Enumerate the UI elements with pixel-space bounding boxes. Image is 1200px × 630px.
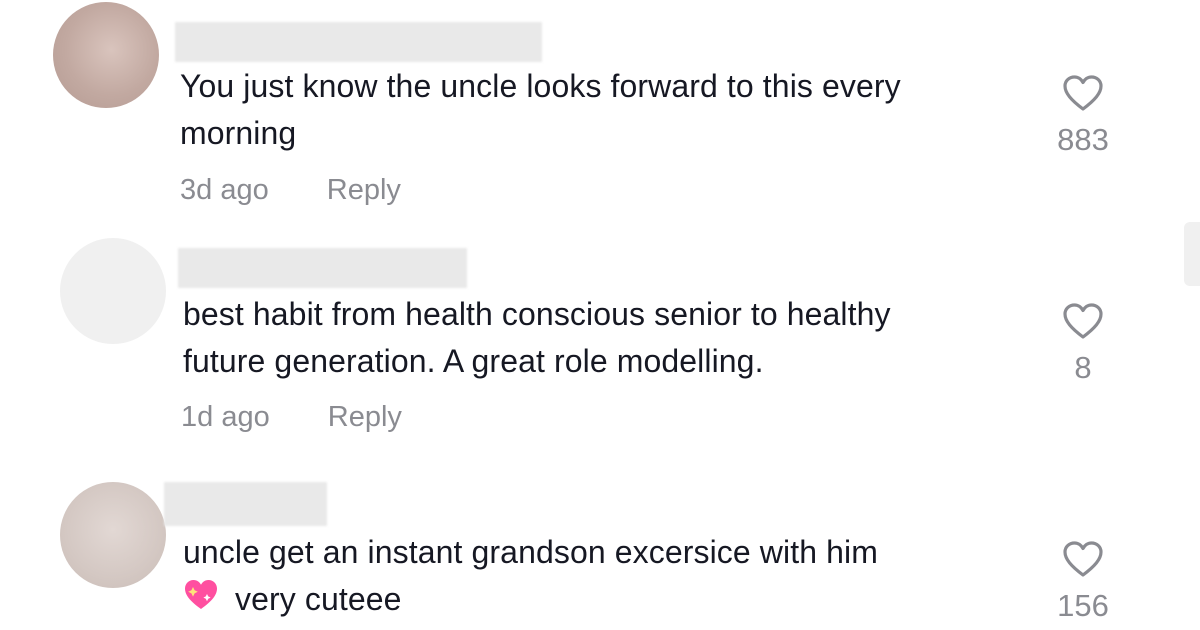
comment-text-line: very cuteee [235, 581, 402, 617]
heart-icon[interactable] [1062, 302, 1104, 340]
comment-text: You just know the uncle looks forward to… [180, 63, 901, 157]
avatar[interactable] [60, 482, 166, 588]
like-count: 8 [1074, 350, 1092, 385]
comment-text-line: best habit from health conscious senior … [183, 296, 891, 332]
username-blurred[interactable] [178, 248, 467, 288]
comment-text-line-with-emoji: very cuteee [183, 576, 878, 625]
username-blurred[interactable] [175, 22, 542, 62]
comment-text-line: future generation. A great role modellin… [183, 343, 764, 379]
comment-meta: 1d ago Reply [181, 401, 402, 434]
username-blurred[interactable] [164, 482, 327, 526]
comment-text-line: morning [180, 115, 297, 151]
like-section: 8 [1038, 302, 1128, 386]
avatar[interactable] [60, 238, 166, 344]
heart-icon[interactable] [1062, 540, 1104, 578]
avatar[interactable] [53, 2, 159, 108]
like-section: 156 [1038, 540, 1128, 624]
like-section: 883 [1038, 74, 1128, 158]
reply-button[interactable]: Reply [328, 401, 402, 433]
comment-text-line: You just know the uncle looks forward to… [180, 68, 901, 104]
comment-text-line: uncle get an instant grandson excersice … [183, 534, 878, 570]
comment-timestamp: 1d ago [181, 401, 270, 433]
reply-button[interactable]: Reply [327, 174, 401, 206]
scrollbar-edge[interactable] [1184, 222, 1200, 286]
like-count: 156 [1057, 588, 1109, 623]
like-count: 883 [1057, 122, 1109, 157]
sparkling-heart-icon [183, 578, 219, 625]
comment-text: best habit from health conscious senior … [183, 291, 891, 385]
comment-text: uncle get an instant grandson excersice … [183, 529, 878, 625]
comment-timestamp: 3d ago [180, 174, 269, 206]
heart-icon[interactable] [1062, 74, 1104, 112]
comment-meta: 3d ago Reply [180, 174, 401, 207]
